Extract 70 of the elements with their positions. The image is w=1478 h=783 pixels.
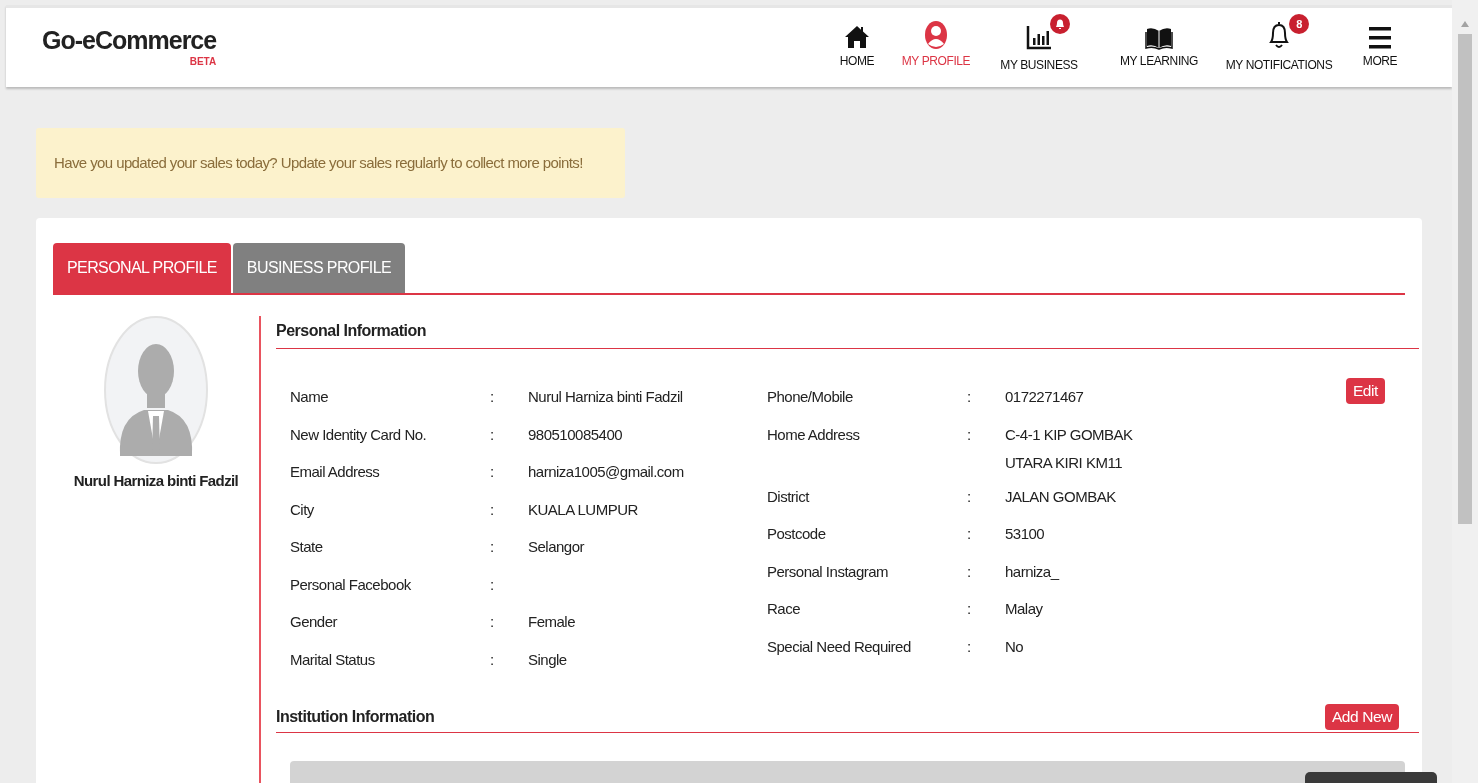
- colon-separator: :: [967, 524, 972, 544]
- field-value: KUALA LUMPUR: [528, 499, 639, 520]
- nav-item[interactable]: 8 MY NOTIFICATIONS: [1224, 8, 1334, 72]
- profile-tab[interactable]: PERSONAL PROFILE: [53, 243, 231, 293]
- field-label: State: [290, 537, 324, 557]
- colon-separator: :: [967, 561, 972, 582]
- nav-item[interactable]: MY LEARNING: [1106, 8, 1212, 68]
- field-value: harniza_: [1005, 561, 1061, 582]
- bar-chart-icon: [1026, 24, 1052, 50]
- colon-separator: :: [490, 612, 495, 632]
- field-label: Marital Status: [290, 649, 376, 670]
- edit-button[interactable]: Edit: [1345, 378, 1385, 404]
- field-value: harniza1005@gmail.com: [528, 462, 685, 482]
- field-label: Name: [290, 387, 329, 407]
- nav-item[interactable]: MY BUSINESS: [984, 8, 1094, 72]
- field-value: C-4-1 KIP GOMBAK: [1005, 424, 1134, 445]
- notification-badge: 8: [1289, 14, 1309, 34]
- field-value: Female: [528, 612, 577, 632]
- colon-separator: :: [490, 649, 495, 670]
- menu-icon: [1369, 26, 1391, 50]
- field-label: District: [767, 486, 811, 507]
- bell-icon: [1267, 20, 1291, 50]
- colon-separator: :: [967, 424, 972, 445]
- section-heading: Institution Information: [276, 708, 436, 726]
- field-label: Race: [767, 599, 802, 619]
- section-heading: Personal Information: [276, 316, 1419, 349]
- add-new-button[interactable]: Add New: [1324, 704, 1399, 730]
- field-label: City: [290, 499, 315, 520]
- colon-separator: :: [967, 387, 972, 407]
- field-value: No: [1005, 636, 1025, 657]
- field-value: UTARA KIRI KM11: [1005, 452, 1123, 473]
- field-label: Postcode: [767, 524, 827, 544]
- logo-wordmark: Go-eCommerce: [42, 26, 217, 55]
- colon-separator: :: [490, 462, 495, 482]
- nav-item[interactable]: MORE: [1346, 8, 1414, 68]
- colon-separator: :: [967, 486, 972, 507]
- colon-separator: :: [490, 537, 495, 557]
- field-label: Special Need Required: [767, 636, 912, 657]
- colon-separator: :: [490, 387, 495, 407]
- profile-name: Nurul Harniza binti Fadzil: [73, 472, 239, 489]
- field-value: Malay: [1005, 599, 1044, 619]
- field-label: Email Address: [290, 462, 381, 482]
- alert-message: Have you updated your sales today? Update your sales regularly to collect more points!: [36, 128, 625, 198]
- book-icon: [1145, 26, 1173, 50]
- profile-tab[interactable]: BUSINESS PROFILE: [232, 243, 406, 293]
- nav-item[interactable]: MY PROFILE: [900, 8, 972, 68]
- colon-separator: :: [967, 599, 972, 619]
- field-value: 980510085400: [528, 424, 624, 445]
- field-value: 0172271467: [1005, 387, 1085, 407]
- field-value: Single: [528, 649, 568, 670]
- colon-separator: :: [490, 499, 495, 520]
- field-label: Personal Facebook: [290, 574, 412, 595]
- field-label: Home Address: [767, 424, 861, 445]
- user-icon: [924, 20, 948, 50]
- field-label: Personal Instagram: [767, 561, 890, 582]
- beta-label: BETA: [189, 56, 217, 67]
- colon-separator: :: [490, 424, 495, 445]
- scrollbar-thumb[interactable]: [1458, 34, 1472, 524]
- field-value: JALAN GOMBAK: [1005, 486, 1117, 507]
- field-label: New Identity Card No.: [290, 424, 428, 445]
- field-label: Gender: [290, 612, 339, 632]
- scroll-up-icon[interactable]: [1460, 20, 1470, 28]
- colon-separator: :: [967, 636, 972, 657]
- home-icon: [844, 24, 870, 50]
- field-value: Selangor: [528, 537, 586, 557]
- field-label: Phone/Mobile: [767, 387, 854, 407]
- field-value: Nurul Harniza binti Fadzil: [528, 387, 684, 407]
- field-value: 53100: [1005, 524, 1046, 544]
- nav-item[interactable]: HOME: [826, 8, 888, 68]
- colon-separator: :: [490, 574, 495, 595]
